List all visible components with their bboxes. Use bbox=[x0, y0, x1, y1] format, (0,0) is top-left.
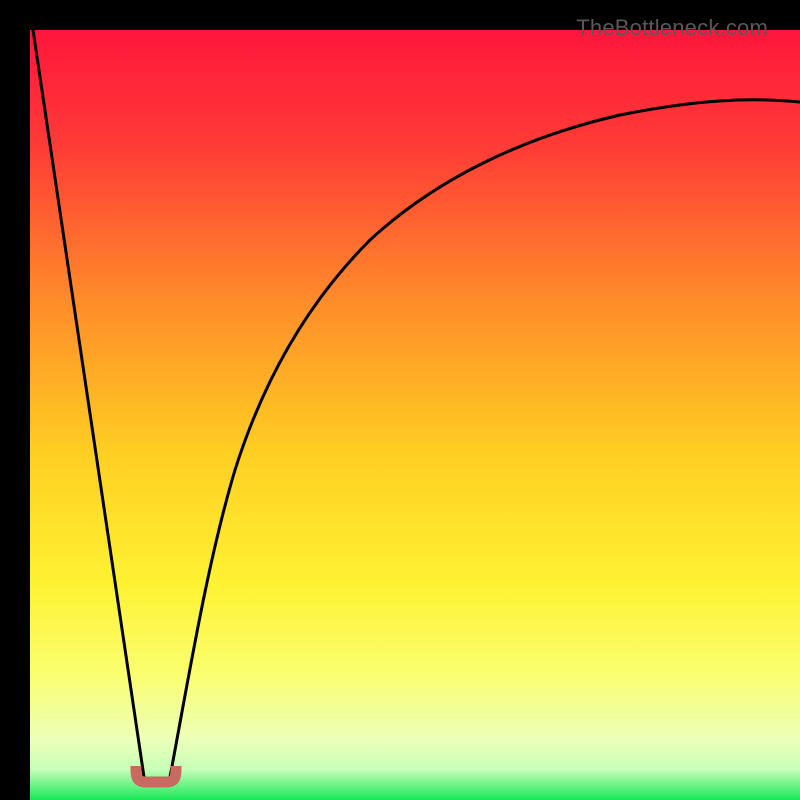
bottleneck-curve bbox=[30, 30, 800, 800]
chart-frame: TheBottleneck.com bbox=[15, 15, 785, 785]
watermark-text: TheBottleneck.com bbox=[576, 15, 768, 41]
plot-area bbox=[30, 30, 800, 800]
valley-marker bbox=[130, 766, 182, 788]
